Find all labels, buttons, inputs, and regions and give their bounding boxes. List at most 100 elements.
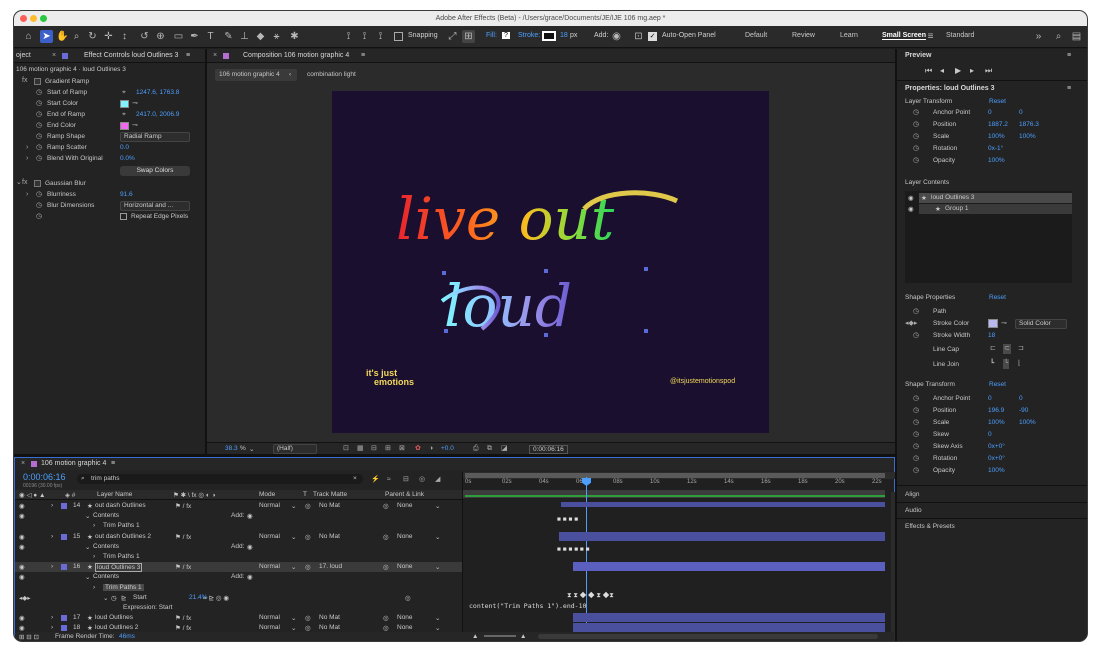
stopwatch-icon[interactable]: ◷ [36, 191, 42, 199]
tab-timeline[interactable]: 106 motion graphic 4 [41, 460, 106, 467]
link-icon[interactable]: ◎ [305, 533, 311, 541]
last-frame-icon[interactable]: ⏭ [985, 66, 992, 76]
home-icon[interactable]: ⌂ [22, 30, 35, 43]
flowchart-current[interactable]: 106 motion graphic 4 ‹ [215, 69, 297, 81]
butt-cap-icon[interactable]: ⊏ [990, 345, 996, 353]
link-icon[interactable]: ◎ [305, 563, 311, 571]
transform-value-1[interactable]: 0x+0° [988, 455, 1005, 462]
mode-dropdown[interactable]: Normal [259, 614, 280, 621]
snap-grid-icon[interactable]: ⊞ [462, 30, 475, 43]
transform-value-1[interactable]: 0 [988, 109, 992, 116]
eye-icon[interactable]: ◉ [19, 533, 25, 541]
path-handle[interactable] [644, 267, 648, 271]
transform-value-1[interactable]: 0x-1° [988, 145, 1003, 152]
search-help-icon[interactable]: ⌕ [1052, 30, 1065, 43]
clear-search-icon[interactable]: × [353, 475, 357, 482]
snapping-checkbox[interactable] [394, 32, 403, 41]
pickwhip-icon[interactable]: ◎ [405, 594, 411, 602]
eye-icon[interactable]: ◉ [19, 614, 25, 622]
add-icon[interactable]: ◉ [247, 543, 253, 551]
keyframes-14[interactable]: ■ ■ ■ ■ [557, 516, 578, 523]
property-row[interactable]: › Trim Paths 1 [15, 583, 462, 593]
chevron-right-icon[interactable]: › [51, 502, 53, 509]
chevron-down-icon[interactable]: ⌄ [291, 533, 296, 541]
chevron-down-icon[interactable]: ⌄ [85, 573, 90, 581]
brush-tool-icon[interactable]: ✎ [222, 30, 235, 43]
keyframes-16-start[interactable]: ⧗ ⧗ ◆ ◆ ⧗ ◆⧗ [567, 592, 614, 600]
dolly-tool-icon[interactable]: ↕ [118, 30, 131, 43]
table-row[interactable]: ◉ › 14 ★ out dash Outlines ⚑ / fx Normal ⌄ ◎ No M… [15, 501, 462, 511]
mode-dropdown[interactable]: Normal [259, 563, 280, 570]
property-row[interactable]: ◉ ⌄ Contents Add: ◉ [15, 511, 462, 521]
crosshair-icon[interactable]: ⌖ [122, 89, 126, 97]
track-matte-dropdown[interactable]: No Mat [319, 533, 340, 540]
timeline-scrollbar[interactable] [891, 492, 895, 641]
close-icon[interactable]: × [52, 52, 56, 59]
reset-button[interactable]: Reset [989, 294, 1006, 301]
shy-icon[interactable]: ≈ [387, 476, 391, 484]
prev-frame-icon[interactable]: ◂ [940, 66, 944, 75]
chevron-down-icon[interactable]: ⌄ [249, 445, 254, 453]
tab-project[interactable]: oject [16, 52, 31, 59]
label-color-icon[interactable] [61, 564, 67, 571]
track-matte-column[interactable]: Track Matte [313, 491, 347, 498]
tab-effect-controls[interactable]: Effect Controls loud Outlines 3 [84, 52, 178, 59]
chevron-down-icon[interactable]: ⌄ [85, 543, 90, 551]
transform-value-2[interactable]: 1876.3 [1019, 121, 1039, 128]
stopwatch-icon[interactable]: ◷ [36, 202, 42, 210]
add-icon[interactable]: ◉ [247, 573, 253, 581]
graph-icon[interactable]: ⊵ [121, 594, 126, 602]
eye-icon[interactable]: ◉ [19, 543, 25, 551]
eye-icon[interactable]: ◉ [19, 563, 25, 571]
close-icon[interactable]: × [21, 460, 25, 467]
pan-tool-icon[interactable]: ✛ [102, 30, 115, 43]
align-panel-title[interactable]: Align [905, 491, 919, 498]
stopwatch-icon[interactable]: ◷ [36, 111, 42, 119]
layer-18-bar[interactable] [573, 623, 885, 632]
swap-colors-button[interactable]: Swap Colors [120, 166, 190, 176]
auto-open-icon[interactable]: ⊡ [632, 30, 645, 43]
path-handle[interactable] [442, 271, 446, 275]
stopwatch-icon[interactable]: ◷ [913, 443, 919, 451]
parent-pickwhip-icon[interactable]: ◎ [383, 533, 389, 541]
eye-icon[interactable]: ◉ [908, 194, 914, 202]
table-row[interactable]: ◉ › 15 ★ out dash Outlines 2 ⚑ / fx Normal ⌄ ◎ No… [15, 532, 462, 542]
chevron-right-icon[interactable]: › [93, 522, 95, 529]
stroke-type-dropdown[interactable]: Solid Color [1015, 319, 1067, 329]
trim-paths-name[interactable]: Trim Paths 1 [103, 553, 140, 560]
transform-value-1[interactable]: 0x+0° [988, 443, 1005, 450]
blur-dimensions-dropdown[interactable]: Horizontal and ... [120, 201, 190, 211]
stroke-width-value[interactable]: 18 [560, 32, 568, 39]
snap-icon[interactable]: ⤢ [446, 30, 459, 43]
label-color-icon[interactable] [61, 625, 67, 632]
expression-controls[interactable]: = ⊵ ◎ ◉ [203, 594, 229, 602]
fill-value[interactable]: ? [502, 32, 510, 39]
frame-blend-icon[interactable]: ⊟ [403, 476, 409, 484]
toggle-panes-icon[interactable]: ⊞ ⊟ ⊡ [19, 633, 39, 641]
parent-pickwhip-icon[interactable]: ◎ [383, 502, 389, 510]
eye-icon[interactable]: ◉ [908, 205, 914, 213]
graph-editor-icon[interactable]: ◢ [435, 476, 440, 484]
list-item[interactable]: ★ loud Outlines 3 [919, 193, 1072, 203]
effect-checkbox[interactable] [34, 180, 41, 187]
miter-join-icon[interactable]: ┗ [990, 360, 994, 368]
stopwatch-icon[interactable]: ◷ [913, 133, 919, 141]
layer-switches[interactable]: ⚑ / fx [175, 614, 191, 622]
transform-value-1[interactable]: 1887.2 [988, 121, 1008, 128]
add-shape-icon[interactable]: ◉ [610, 30, 623, 43]
stroke-color-swatch[interactable] [988, 319, 998, 328]
property-row[interactable]: ◉ ⌄ Contents Add: ◉ [15, 542, 462, 552]
chevron-down-icon[interactable]: ⌄ [103, 594, 108, 602]
round-cap-icon[interactable]: ⊂ [1003, 344, 1011, 354]
tab-composition[interactable]: Composition 106 motion graphic 4 [243, 52, 349, 59]
workspace-default[interactable]: Default [745, 32, 767, 39]
chevron-right-icon[interactable]: › [51, 624, 53, 631]
motion-blur-icon[interactable]: ◎ [419, 476, 425, 484]
transform-value-2[interactable]: -90 [1019, 407, 1028, 414]
more-workspaces-icon[interactable]: » [1032, 30, 1045, 43]
transform-value-2[interactable]: 0 [1019, 109, 1023, 116]
stopwatch-icon[interactable]: ◷ [36, 100, 42, 108]
transform-value-1[interactable]: 100% [988, 133, 1005, 140]
fx-icon[interactable]: fx [22, 179, 27, 187]
stopwatch-icon[interactable]: ◷ [913, 332, 919, 340]
